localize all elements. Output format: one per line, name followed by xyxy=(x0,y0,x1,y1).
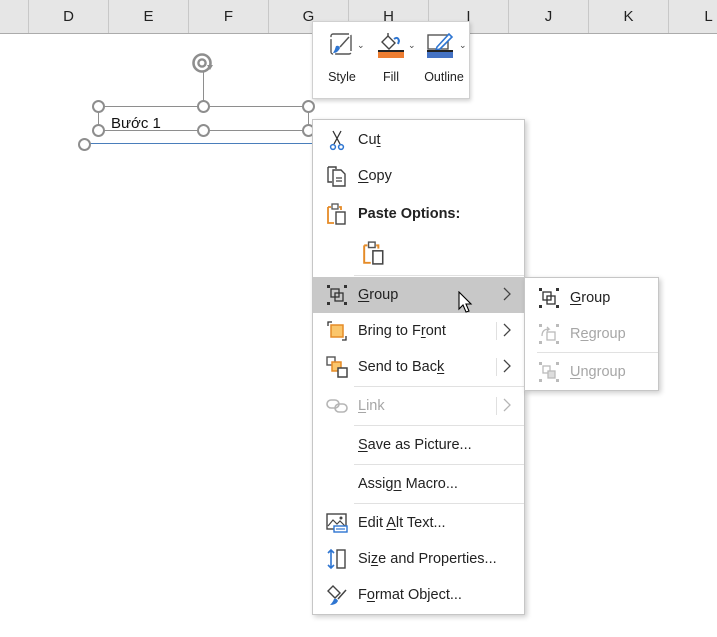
bring-to-front-icon xyxy=(327,321,347,341)
resize-handle-top[interactable] xyxy=(197,100,210,113)
scissors-icon xyxy=(329,130,345,151)
resize-handle-top-right[interactable] xyxy=(302,100,315,113)
resize-handle-top-left[interactable] xyxy=(92,100,105,113)
regroup-icon xyxy=(539,324,559,344)
menu-item-label: Link xyxy=(358,398,385,414)
connector-line[interactable] xyxy=(90,143,312,144)
column-header-l[interactable]: L xyxy=(668,0,717,33)
resize-handle-bottom-left[interactable] xyxy=(92,124,105,137)
paste-options-label: Paste Options: xyxy=(358,206,461,222)
menu-item-label: Save as Picture... xyxy=(358,437,472,453)
ungroup-icon xyxy=(539,362,559,382)
menu-item-bring-to-front[interactable]: Bring to Front xyxy=(313,313,524,349)
menu-item-label: Regroup xyxy=(570,326,626,342)
column-header-f[interactable]: F xyxy=(188,0,268,33)
paste-icon xyxy=(363,241,384,265)
size-properties-icon xyxy=(327,548,346,570)
menu-item-group[interactable]: Group xyxy=(313,277,524,313)
paste-option-keep-formatting[interactable] xyxy=(357,234,397,274)
style-label: Style xyxy=(328,70,356,84)
mouse-pointer-icon xyxy=(458,291,473,313)
shape-style-icon xyxy=(330,33,352,55)
menu-item-send-to-back[interactable]: Send to Back xyxy=(313,349,524,385)
split-divider xyxy=(496,397,497,415)
menu-separator xyxy=(354,386,524,387)
shape-text[interactable]: Bước 1 xyxy=(111,115,161,132)
copy-icon xyxy=(327,166,346,187)
split-divider xyxy=(496,358,497,376)
spreadsheet-canvas: D E F G H I J K L Bước 1 ⌄ Style ⌄ Fill … xyxy=(0,0,717,637)
menu-item-label: Send to Back xyxy=(358,359,445,375)
menu-item-label: Ungroup xyxy=(570,364,626,380)
chevron-down-icon: ⌄ xyxy=(408,40,416,50)
group-icon xyxy=(539,288,559,308)
menu-item-label: Assign Macro... xyxy=(358,476,458,492)
style-button[interactable]: ⌄ Style xyxy=(321,22,365,100)
outline-label: Outline xyxy=(424,70,464,84)
column-header-d[interactable]: D xyxy=(28,0,108,33)
menu-item-label: Bring to Front xyxy=(358,323,446,339)
fill-button[interactable]: ⌄ Fill xyxy=(370,22,416,100)
menu-separator xyxy=(537,352,658,353)
column-header-j[interactable]: J xyxy=(508,0,588,33)
menu-item-save-as-picture[interactable]: Save as Picture... xyxy=(313,427,524,463)
outline-button[interactable]: ⌄ Outline xyxy=(419,22,469,100)
menu-item-label: Format Object... xyxy=(358,587,462,603)
menu-separator xyxy=(354,464,524,465)
menu-item-copy[interactable]: Copy xyxy=(313,158,524,194)
split-divider xyxy=(496,322,497,340)
menu-item-label: Size and Properties... xyxy=(358,551,497,567)
menu-item-size-and-properties[interactable]: Size and Properties... xyxy=(313,541,524,577)
menu-item-label: Group xyxy=(358,287,399,303)
group-icon xyxy=(327,285,347,305)
resize-handle-bottom[interactable] xyxy=(197,124,210,137)
submenu-item-regroup: Regroup xyxy=(525,316,658,352)
group-submenu: Group Regroup Ungroup xyxy=(524,277,659,391)
context-menu: Cut Copy Paste Options: Group Bring to F… xyxy=(312,119,525,615)
mini-toolbar: ⌄ Style ⌄ Fill ⌄ Outline xyxy=(312,21,470,99)
column-header-e[interactable]: E xyxy=(108,0,188,33)
paste-icon xyxy=(327,203,346,225)
format-object-icon xyxy=(327,585,347,605)
submenu-item-group[interactable]: Group xyxy=(525,280,658,316)
chevron-right-icon xyxy=(503,398,511,412)
chevron-down-icon: ⌄ xyxy=(459,40,467,50)
menu-item-label: Group xyxy=(570,290,611,306)
menu-separator xyxy=(354,425,524,426)
link-icon xyxy=(326,399,348,413)
menu-item-label: Cut xyxy=(358,132,381,148)
menu-item-link: Link xyxy=(313,388,524,424)
connector-handle-start[interactable] xyxy=(78,138,91,151)
menu-item-format-object[interactable]: Format Object... xyxy=(313,577,524,613)
paint-bucket-icon xyxy=(378,33,404,58)
chevron-down-icon: ⌄ xyxy=(357,40,365,50)
paste-options-header: Paste Options: xyxy=(313,196,524,232)
send-to-back-icon xyxy=(326,356,348,378)
chevron-right-icon[interactable] xyxy=(502,322,512,338)
menu-item-assign-macro[interactable]: Assign Macro... xyxy=(313,466,524,502)
menu-item-label: Copy xyxy=(358,168,392,184)
menu-separator xyxy=(354,275,524,276)
pencil-outline-icon xyxy=(427,32,454,58)
menu-item-cut[interactable]: Cut xyxy=(313,122,524,158)
menu-item-label: Edit Alt Text... xyxy=(358,515,446,531)
submenu-item-ungroup: Ungroup xyxy=(525,354,658,390)
chevron-right-icon xyxy=(503,287,511,301)
alt-text-icon xyxy=(326,513,348,533)
menu-item-edit-alt-text[interactable]: Edit Alt Text... xyxy=(313,505,524,541)
fill-label: Fill xyxy=(383,70,399,84)
menu-separator xyxy=(354,503,524,504)
chevron-right-icon[interactable] xyxy=(502,358,512,374)
column-header-k[interactable]: K xyxy=(588,0,668,33)
